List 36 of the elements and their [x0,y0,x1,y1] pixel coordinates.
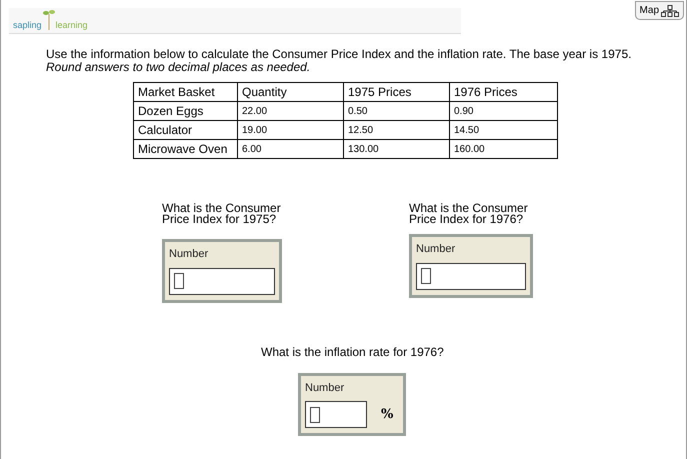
percent-sign: % [381,406,394,424]
answer-label: Number [416,242,456,257]
column-header: Market Basket [134,82,238,102]
table-cell: 130.00 [344,140,450,158]
table-cell: 14.50 [450,120,558,140]
answer-field[interactable] [169,268,275,294]
question-text: What is the Consumer Price Index for 1975? [162,203,282,225]
answer-field[interactable] [305,401,367,428]
logo-text: sapling [13,20,42,30]
sitemap-icon [661,4,679,16]
table-cell: 160.00 [450,140,558,158]
instructions-note: Round answers to two decimal places as needed. [46,61,312,74]
table-cell: 0.90 [450,102,558,120]
column-header: 1975 Prices [344,82,450,102]
table-cell: Calculator [134,120,238,140]
question-text: What is the inflation rate for 1976? [261,344,445,360]
answer-label: Number [305,380,346,396]
column-header: Quantity [238,82,344,102]
cursor-icon [310,406,320,422]
question-text: What is the Consumer Price Index for 1976? [409,203,529,225]
table-cell: 19.00 [238,120,344,140]
table-cell: 12.50 [344,120,450,140]
answer-field[interactable] [416,262,526,290]
table-cell: Microwave Oven [134,140,238,158]
map-button[interactable]: Map [634,1,684,20]
table-cell: 0.50 [344,102,450,120]
answer-label: Number [169,247,210,262]
cursor-icon [421,268,431,284]
logo-text: learning [56,20,88,30]
table-cell: Dozen Eggs [134,102,238,120]
instructions-text: Use the information below to calculate the Consumer Price Index and the inflation rate. The base year is 1975. [46,48,632,61]
column-header: 1976 Prices [450,82,558,102]
table-cell: 6.00 [238,140,344,158]
cursor-icon [174,273,184,289]
table-cell: 22.00 [238,102,344,120]
sprout-icon [42,8,55,30]
